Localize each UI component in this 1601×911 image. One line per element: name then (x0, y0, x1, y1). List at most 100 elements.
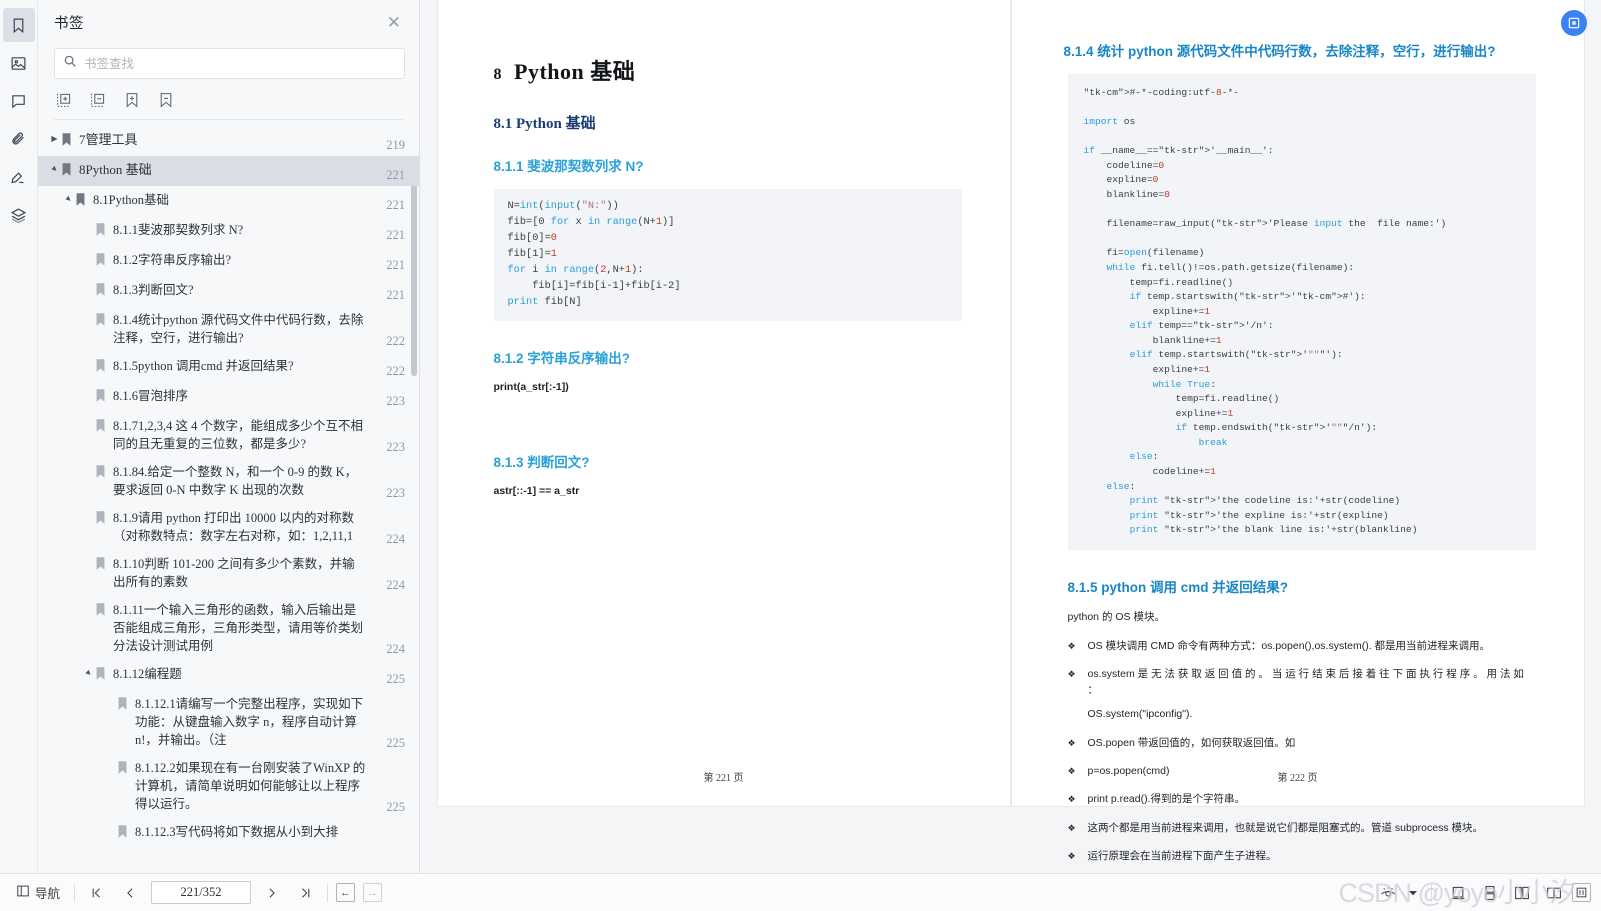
bookmark-item-label: 8.1.4统计python 源代码文件中代码行数，去除注释，空行，进行输出? (113, 313, 364, 345)
bookmark-tree-item[interactable]: 8.1.84.给定一个整数 N，和一个 0-9 的数 K，要求返回 0-N 中数… (38, 458, 419, 504)
prev-page-icon[interactable] (117, 884, 143, 902)
close-icon[interactable]: ✕ (383, 12, 405, 33)
next-page-icon[interactable] (259, 884, 285, 902)
diamond-bullet-icon: ❖ (1067, 794, 1076, 805)
remove-bookmark-icon[interactable] (156, 90, 176, 110)
collapse-all-icon[interactable] (88, 90, 108, 110)
bookmark-item-label: 8.1.12.2如果现在有一台刚安装了WinXP 的计算机，请简单说明如何能够让… (135, 761, 366, 811)
pdf-reader-window: 书签 ✕ 书签查找 ▶ 7管理工具 219 ▲ 8Python 基础 221 ▲… (0, 0, 1601, 911)
two-page-layout-icon[interactable] (1508, 883, 1536, 903)
code-line: fib[i]=fib[i-1]+fib[i-2] (507, 279, 681, 292)
forward-icon[interactable]: → (363, 883, 383, 902)
chevron-right-icon[interactable]: ▶ (48, 134, 61, 144)
bookmark-search-box[interactable] (54, 48, 405, 79)
expand-all-icon[interactable] (54, 90, 74, 110)
code-line: expline=0 (1083, 174, 1159, 186)
bookmark-tree-item[interactable]: 8.1.11一个输入三角形的函数，输入后输出是否能组成三角形，三角形类型，请用等… (38, 596, 419, 660)
bookmark-item-icon (95, 603, 109, 621)
code-line: print "tk-str">'the codeline is:'+str(co… (1129, 495, 1401, 507)
bookmark-item-icon (95, 557, 109, 575)
rail-attachment-button[interactable] (3, 122, 35, 156)
fit-page-icon[interactable] (1572, 883, 1591, 902)
bookmark-tree-item[interactable]: ▲ 8.1Python基础 221 (38, 186, 419, 216)
page-title: 8 Python 基础 (494, 54, 962, 86)
status-bar: 导航 ← → (0, 873, 1601, 911)
chapter-title: Python 基础 (514, 59, 636, 84)
bookmark-tree-item[interactable]: 8.1.9请用 python 打印出 10000 以内的对称数（对称数特点：数字… (38, 504, 419, 550)
page-221[interactable]: 8 Python 基础 8.1 Python 基础 8.1.1 斐波那契数列求 … (437, 0, 1010, 806)
last-page-icon[interactable] (293, 884, 319, 902)
rail-signature-button[interactable] (3, 160, 35, 194)
bookmark-tree-item[interactable]: 8.1.3判断回文? 221 (38, 276, 419, 306)
code-line: fi=open(filename) (1083, 247, 1205, 259)
bookmark-tree-item[interactable]: 8.1.6冒泡排序 223 (38, 382, 419, 412)
bookmark-item-page: 224 (386, 578, 405, 592)
bookmark-tree-item[interactable]: 8.1.71,2,3,4 这 4 个数字，能组成多少个互不相同的且无重复的三位数… (38, 412, 419, 458)
code-line: if temp.startswith("tk-str">'"tk-cm">#')… (1129, 291, 1366, 303)
bookmark-tree-item[interactable]: 8.1.5python 调用cmd 并返回结果? 222 (38, 352, 419, 382)
bookmark-item-icon (75, 193, 89, 211)
book-view-layout-icon[interactable] (1540, 883, 1568, 903)
code-line: filename=raw_input("tk-str">'Please inpu… (1083, 218, 1447, 230)
status-divider-3 (1431, 883, 1432, 902)
bookmark-item-label: 8.1.5python 调用cmd 并返回结果? (113, 359, 294, 373)
bookmark-tree-item[interactable]: 8.1.12.3写代码将如下数据从小到大排 (38, 818, 419, 848)
bookmark-tree-item[interactable]: 8.1.1斐波那契数列求 N? 221 (38, 216, 419, 246)
rail-thumbnail-button[interactable] (3, 46, 35, 80)
diamond-bullet-icon: ❖ (1067, 668, 1076, 679)
bookmark-item-label: 7管理工具 (79, 132, 138, 147)
bookmark-tree-item[interactable]: ▶ 7管理工具 219 (38, 126, 419, 156)
page-221-content: 8 Python 基础 8.1 Python 基础 8.1.1 斐波那契数列求 … (438, 0, 1010, 497)
page-number-input[interactable] (151, 881, 252, 904)
search-icon (63, 54, 77, 73)
bookmark-item-label: 8.1.11一个输入三角形的函数，输入后输出是否能组成三角形，三角形类型，请用等… (113, 603, 364, 653)
bookmark-item-label: 8.1.71,2,3,4 这 4 个数字，能组成多少个互不相同的且无重复的三位数… (113, 419, 364, 451)
paragraph-os-module: python 的 OS 模块。 (1067, 610, 1165, 623)
page-222[interactable]: 8.1.4 统计 python 源代码文件中代码行数，去除注释，空行，进行输出?… (1011, 0, 1584, 862)
bullet-item: ❖ 运行原理会在当前进程下面产生子进程。 (1068, 848, 1536, 864)
bookmark-tree-item[interactable]: 8.1.12.1请编写一个完整出程序，实现如下功能：从键盘输入数字 n，程序自动… (38, 690, 419, 754)
bookmark-tree[interactable]: ▶ 7管理工具 219 ▲ 8Python 基础 221 ▲ 8.1Python基础 221 8.… (38, 120, 419, 873)
bookmark-tree-item[interactable]: 8.1.2字符串反序输出? 221 (38, 246, 419, 276)
add-bookmark-icon[interactable] (122, 90, 142, 110)
bullet-item: ❖ OS 模块调用 CMD 命令有两种方式：os.popen(),os.syste… (1068, 638, 1536, 654)
left-icon-rail (0, 0, 38, 873)
document-viewer[interactable]: 8 Python 基础 8.1 Python 基础 8.1.1 斐波那契数列求 … (420, 0, 1601, 873)
panel-toggle-icon (16, 884, 30, 901)
bookmark-item-icon (61, 133, 75, 151)
code-line: if __name__=="tk-str">'__main__': (1083, 145, 1274, 157)
rail-comment-button[interactable] (3, 84, 35, 118)
bookmark-tree-item[interactable]: ▲ 8.1.12编程题 225 (38, 660, 419, 690)
bookmark-item-page: 219 (386, 138, 405, 152)
rail-bookmark-button[interactable] (2, 8, 35, 42)
bookmark-tree-item[interactable]: 8.1.4统计python 源代码文件中代码行数，去除注释，空行，进行输出? 22… (38, 306, 419, 352)
diamond-bullet-icon: ❖ (1067, 640, 1076, 651)
bookmark-item-page: 225 (386, 800, 405, 814)
navigation-toggle-button[interactable]: 导航 (10, 880, 66, 905)
diamond-bullet-icon: ❖ (1067, 822, 1076, 833)
bookmark-item-page: 225 (386, 736, 405, 750)
back-icon[interactable]: ← (336, 883, 356, 902)
bullet-list-cmd: ❖ OS 模块调用 CMD 命令有两种方式：os.popen(),os.syste… (1068, 638, 1536, 873)
bookmark-item-page: 223 (386, 486, 405, 500)
code-line: else: (1129, 451, 1159, 463)
first-page-icon[interactable] (83, 884, 109, 902)
bookmark-tree-item[interactable]: ▲ 8Python 基础 221 (38, 156, 419, 186)
bookmark-item-label: 8.1.12编程题 (113, 667, 182, 681)
diamond-bullet-icon: ❖ (1067, 737, 1076, 748)
subsection-heading-8-1-5: 8.1.5 python 调用 cmd 并返回结果? (1067, 579, 1289, 595)
ai-assistant-button[interactable] (1561, 10, 1587, 36)
view-mode-eye-icon[interactable] (1374, 883, 1403, 902)
single-page-layout-icon[interactable] (1444, 883, 1472, 903)
view-controls-group (1374, 883, 1591, 903)
bookmark-tree-item[interactable]: 8.1.12.2如果现在有一台刚安装了WinXP 的计算机，请简单说明如何能够让… (38, 754, 419, 818)
rail-layers-button[interactable] (3, 198, 35, 232)
bookmark-item-icon (95, 253, 109, 271)
continuous-scroll-layout-icon[interactable] (1476, 883, 1504, 903)
bookmark-search-input[interactable] (84, 56, 396, 71)
navigation-label: 导航 (35, 887, 61, 901)
bullet-item: ❖ print p.read().得到的是个字符串。 (1068, 791, 1536, 807)
bookmark-item-label: 8Python 基础 (79, 162, 152, 177)
bookmark-tree-item[interactable]: 8.1.10判断 101-200 之间有多少个素数，并输出所有的素数 224 (38, 550, 419, 596)
view-mode-dropdown-icon[interactable] (1407, 887, 1419, 899)
